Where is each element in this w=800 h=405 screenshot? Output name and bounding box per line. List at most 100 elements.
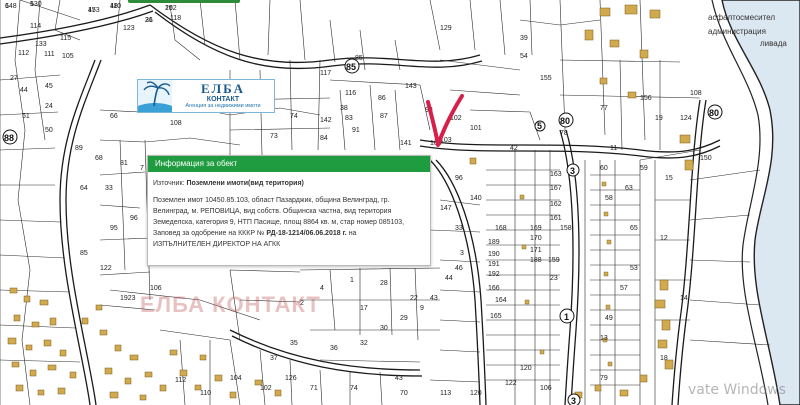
parcel-number: 87 (380, 113, 388, 120)
parcel-number: 1923 (120, 295, 136, 302)
source-value: Поземлени имоти(вид територия) (186, 180, 304, 187)
parcel-number: 171 (530, 247, 542, 254)
parcel-number: 19 (655, 115, 663, 122)
parcel-number: 102 (260, 385, 272, 392)
parcel-number: 84 (320, 135, 328, 142)
approval-number: РД-18-1214/06.06.2018 г. (266, 230, 347, 237)
parcel-number: 120 (520, 365, 532, 372)
parcel-number: 18 (660, 355, 668, 362)
parcel-number: 112 (175, 377, 186, 384)
parcel-number: 23 (550, 275, 558, 282)
parcel-number: 30 (380, 325, 388, 332)
object-info-popup[interactable]: Информация за обект Източник: Поземлени … (147, 155, 431, 266)
parcel-number: 150 (700, 155, 712, 162)
parcel-number: 122 (505, 380, 517, 387)
parcel-number: 143 (405, 83, 417, 90)
parcel-number: 78 (560, 130, 568, 137)
parcel-number: 54 (520, 53, 528, 60)
parcel-number: 189 (488, 239, 500, 246)
parcel-number: 167 (550, 185, 562, 192)
place-label: администрация (708, 27, 766, 36)
parcel-number: 188 (530, 257, 542, 264)
parcel-number: 39 (520, 35, 528, 42)
parcel-number: 71 (310, 385, 318, 392)
parcel-number: 81 (120, 160, 128, 167)
parcel-number: 49 (605, 315, 613, 322)
parcel-number: 166 (488, 285, 500, 292)
parcel-number: 53 (630, 265, 638, 272)
parcel-number: 6 (5, 3, 9, 10)
parcel-number: 33 (455, 225, 463, 232)
parcel-number: 63 (625, 185, 633, 192)
parcel-number: 21 (145, 17, 153, 24)
parcel-number: 47 (88, 7, 96, 14)
parcel-number: 45 (45, 83, 53, 90)
circle-label: 80 (709, 108, 719, 118)
circle-label: 5 (537, 121, 542, 131)
parcel-number: 79 (600, 375, 608, 382)
parcel-number: 120 (470, 390, 482, 397)
parcel-number: 35 (290, 340, 298, 347)
parcel-number: 86 (378, 95, 386, 102)
parcel-number: 29 (400, 315, 408, 322)
parcel-number: 77 (600, 105, 608, 112)
parcel-number: 129 (440, 25, 452, 32)
circle-label: 3 (570, 166, 575, 176)
parcel-number: 91 (352, 127, 360, 134)
parcel-number: 59 (640, 165, 648, 172)
parcel-number: 108 (170, 120, 182, 127)
top-tab-indicator[interactable] (128, 0, 240, 3)
windows-activation-notice: vate Windows (688, 382, 786, 398)
parcel-number: 44 (445, 275, 453, 282)
parcel-number: 164 (495, 297, 507, 304)
parcel-number: 27 (10, 75, 18, 82)
parcel-number: 122 (100, 265, 112, 272)
parcel-number: 101 (470, 125, 482, 132)
parcel-number: 50 (45, 127, 53, 134)
circle-label: 88 (4, 133, 14, 143)
parcel-number: 190 (488, 251, 500, 258)
parcel-number: 83 (345, 115, 353, 122)
parcel-number: 17 (360, 305, 368, 312)
place-label: асфалтосмесител (708, 13, 775, 22)
parcel-number: 58 (605, 195, 613, 202)
parcel-number: 112 (18, 50, 29, 57)
parcel-number: 106 (150, 285, 162, 292)
parcel-number: 105 (62, 53, 74, 60)
parcel-number: 74 (350, 385, 358, 392)
parcel-number: 114 (30, 23, 41, 30)
parcel-number: 68 (95, 155, 103, 162)
parcel-number: 162 (550, 201, 562, 208)
circle-label: 3 (571, 396, 576, 405)
parcel-number: 96 (130, 215, 138, 222)
parcel-number: 142 (320, 117, 332, 124)
parcel-number: 48 (110, 3, 118, 10)
parcel-number: 37 (270, 355, 278, 362)
parcel-number: 170 (530, 235, 542, 242)
parcel-number: 124 (680, 115, 692, 122)
parcel-number: 22 (410, 295, 418, 302)
parcel-number: 7 (140, 165, 144, 172)
logo-tagline: Агенция за недвижими имоти (185, 103, 261, 110)
parcel-number: 44 (20, 87, 28, 94)
parcel-number: 89 (75, 145, 83, 152)
parcel-number: 60 (600, 165, 608, 172)
place-label: ливада (760, 39, 787, 48)
parcel-number: 165 (490, 313, 502, 320)
parcel-number: 65 (630, 225, 638, 232)
parcel-number: 191 (488, 261, 500, 268)
parcel-number: 36 (330, 345, 338, 352)
parcel-number: 110 (200, 390, 211, 397)
parcel-number: 113 (440, 390, 451, 397)
parcel-number: 108 (690, 90, 702, 97)
parcel-number: 123 (123, 25, 135, 32)
parcel-number: 163 (550, 171, 562, 178)
parcel-number: 155 (540, 75, 552, 82)
parcel-number: 20 (165, 5, 173, 12)
popup-title: Информация за обект (148, 156, 430, 172)
parcel-number: 106 (540, 385, 552, 392)
parcel-number: 115 (60, 35, 71, 42)
parcel-number: 133 (35, 41, 47, 48)
parcel-number: 147 (440, 205, 452, 212)
parcel-description: Поземлен имот 10450.85.103, област Пазар… (153, 195, 425, 228)
